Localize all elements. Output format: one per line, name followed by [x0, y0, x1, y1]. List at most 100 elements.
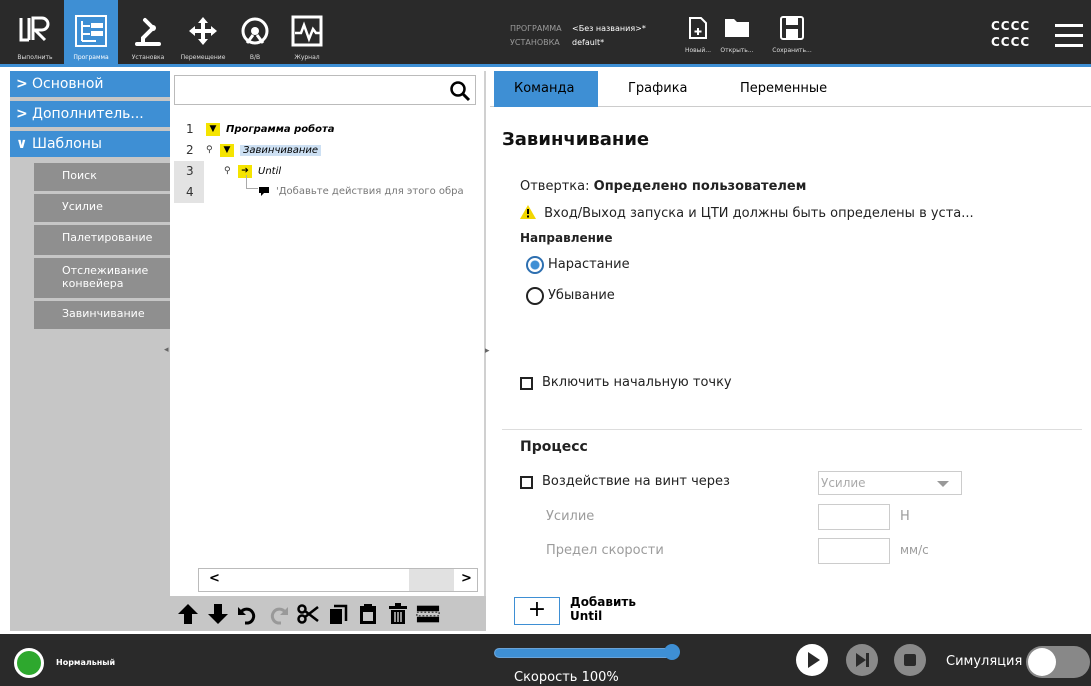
io-gauge-icon — [241, 17, 269, 45]
sidebar-item-palletizing[interactable]: Палетирование — [34, 225, 170, 255]
nav-run-button[interactable]: Выполнить — [10, 0, 60, 64]
tree-line-numbers: 1 2 3 4 — [174, 119, 204, 203]
sidebar-item-label: Завинчивание — [62, 307, 145, 320]
search-icon[interactable] — [449, 80, 471, 102]
installation-name: default* — [572, 38, 605, 47]
tab-command[interactable]: Команда — [494, 71, 598, 107]
tab-variables[interactable]: Переменные — [726, 71, 866, 107]
stop-button[interactable] — [894, 644, 926, 676]
speed-limit-unit: мм/с — [900, 543, 929, 557]
nav-installation-button[interactable]: Установка — [122, 0, 174, 64]
driver-value: Определено пользователем — [593, 179, 807, 194]
top-header: Выполнить Программа Установка Перемещени… — [0, 0, 1091, 64]
nav-move-button[interactable]: Перемещение — [176, 0, 230, 64]
program-info: ПРОГРАММА <Без названия>* УСТАНОВКА defaul… — [510, 22, 646, 50]
sidebar-item-conveyor-tracking[interactable]: Отслеживание конвейера — [34, 258, 170, 298]
nav-io-label: В/В — [249, 54, 261, 61]
speed-label: Скорость 100% — [514, 670, 619, 685]
program-tree-icon — [75, 15, 107, 47]
open-file-button[interactable]: Открыть... — [714, 0, 760, 64]
speed-slider-track[interactable] — [494, 648, 674, 658]
play-button[interactable] — [796, 644, 828, 676]
line-number: 3 — [174, 161, 204, 182]
robot-arm-icon — [135, 18, 161, 46]
menu-icon[interactable] — [1055, 24, 1083, 54]
direction-heading: Направление — [520, 231, 613, 245]
save-file-button[interactable]: Сохранить... — [764, 0, 820, 64]
tree-horizontal-scrollbar[interactable]: < > — [198, 568, 478, 592]
sidebar-item-force[interactable]: Усилие — [34, 194, 170, 222]
tab-graphics[interactable]: Графика — [616, 71, 716, 107]
scrollbar-thumb[interactable] — [409, 569, 454, 591]
nav-move-label: Перемещение — [180, 54, 226, 61]
collapse-tree-icon[interactable]: ▸ — [485, 346, 490, 356]
paste-icon[interactable] — [356, 602, 380, 626]
move-up-icon[interactable] — [176, 602, 200, 626]
sidebar-item-label: Палетирование — [62, 231, 153, 244]
stop-icon — [904, 654, 916, 666]
tree-node-comment[interactable]: 'Добавьте действия для этого обра — [258, 181, 464, 201]
delete-icon[interactable] — [386, 602, 410, 626]
nav-installation-label: Установка — [131, 54, 165, 61]
add-until-button[interactable]: + — [514, 597, 560, 625]
robot-status-button[interactable] — [14, 648, 44, 678]
redo-icon[interactable] — [266, 602, 290, 626]
scroll-right-icon[interactable]: > — [461, 571, 472, 586]
nav-log-button[interactable]: Журнал — [282, 0, 332, 64]
pin-icon: ⚲ — [224, 166, 231, 176]
command-panel: Команда Графика Переменные Завинчивание … — [490, 71, 1091, 631]
direction-increase-radio[interactable] — [526, 256, 544, 274]
force-input[interactable] — [818, 504, 890, 530]
play-icon — [808, 652, 820, 668]
tree-node-robot-program[interactable]: ▼ Программа робота — [206, 119, 335, 139]
add-until-label: Добавить Until — [570, 595, 636, 623]
sidebar-item-search[interactable]: Поиск — [34, 163, 170, 191]
speed-slider-knob[interactable] — [664, 644, 680, 660]
copy-icon[interactable] — [326, 602, 350, 626]
program-name: <Без названия>* — [572, 24, 646, 33]
expand-triangle-icon[interactable]: ▼ — [206, 122, 220, 136]
category-basic[interactable]: > Основной — [10, 71, 170, 97]
direction-decrease-radio[interactable] — [526, 287, 544, 305]
chevron-down-icon: ∨ — [16, 136, 28, 152]
scroll-left-icon[interactable]: < — [209, 571, 220, 586]
save-icon — [780, 16, 804, 40]
pin-icon: ⚲ — [206, 145, 213, 155]
include-start-checkbox[interactable] — [520, 377, 533, 390]
tree-node-screwdriving[interactable]: ⚲ ▼ Завинчивание — [206, 140, 322, 160]
sidebar-item-screwdriving[interactable]: Завинчивание — [34, 301, 170, 329]
driver-label: Отвертка: — [520, 179, 590, 194]
move-down-icon[interactable] — [206, 602, 230, 626]
act-via-dropdown[interactable]: Усилие — [818, 471, 962, 495]
undo-icon[interactable] — [236, 602, 260, 626]
line-number: 4 — [174, 182, 204, 203]
category-advanced[interactable]: > Дополнитель... — [10, 101, 170, 127]
chevron-right-icon: > — [16, 106, 28, 122]
speed-limit-label: Предел скорости — [546, 543, 664, 558]
suppress-icon[interactable] — [416, 602, 440, 626]
header-accent-stripe — [0, 64, 1091, 67]
expand-triangle-icon[interactable]: ▼ — [220, 143, 234, 157]
simulation-toggle[interactable] — [1026, 646, 1090, 678]
new-file-button[interactable]: Новый... — [680, 0, 716, 64]
dropdown-caret-icon — [937, 481, 949, 487]
cut-icon[interactable] — [296, 602, 320, 626]
tree-search-input[interactable] — [174, 75, 476, 105]
category-templates[interactable]: ∨ Шаблоны — [10, 131, 170, 157]
command-title: Завинчивание — [502, 129, 650, 150]
nav-run-label: Выполнить — [17, 54, 53, 61]
nav-io-button[interactable]: В/В — [230, 0, 280, 64]
category-templates-label: Шаблоны — [32, 136, 102, 152]
nav-program-button[interactable]: Программа — [64, 0, 118, 64]
open-file-label: Открыть... — [720, 47, 754, 54]
speed-limit-input[interactable] — [818, 538, 890, 564]
direction-increase-label: Нарастание — [548, 257, 630, 272]
program-nodes-sidebar: > Основной > Дополнитель... ∨ Шаблоны По… — [10, 71, 170, 631]
step-button[interactable] — [846, 644, 878, 676]
sidebar-item-label: Отслеживание конвейера — [62, 264, 149, 290]
act-via-checkbox[interactable] — [520, 476, 533, 489]
new-file-icon — [689, 17, 707, 39]
tree-node-label: 'Добавьте действия для этого обра — [276, 185, 464, 197]
robot-name-line-2: CCCC — [991, 35, 1031, 49]
tree-toolbar — [170, 596, 486, 631]
